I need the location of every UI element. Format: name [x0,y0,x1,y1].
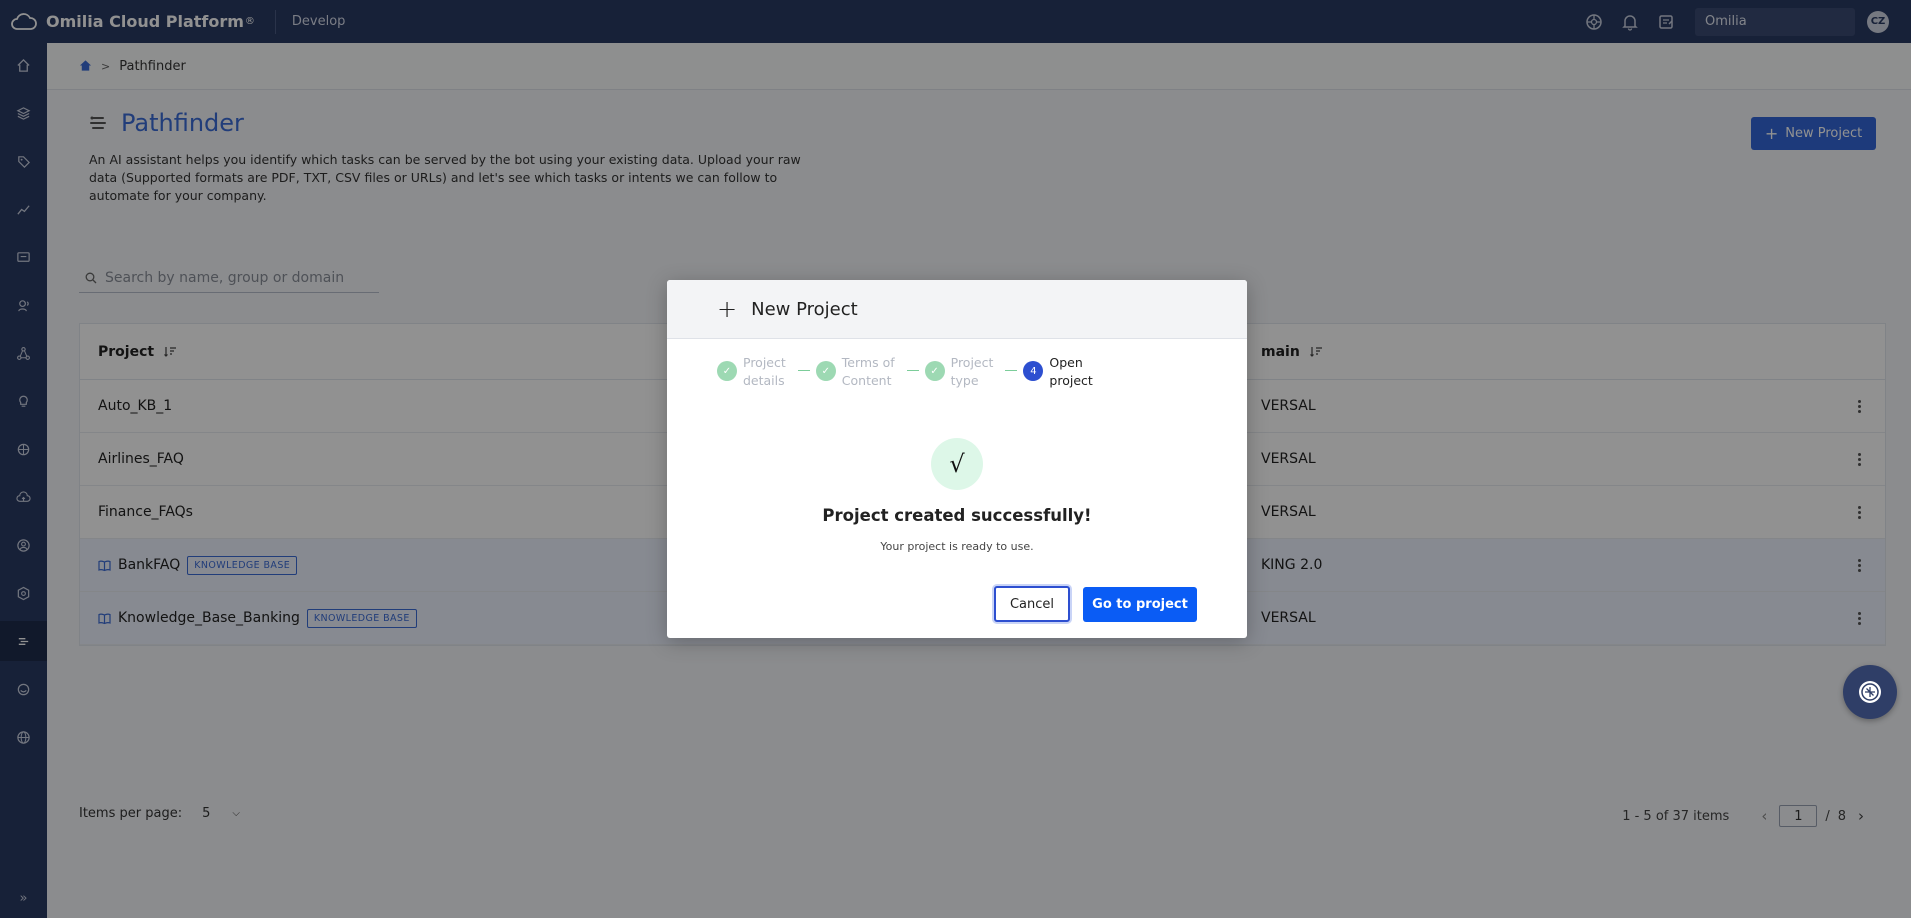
check-icon: ✓ [815,361,836,381]
new-project-modal: + New Project ✓ Project details ✓ Terms o… [667,280,1247,638]
success-title: Project created successfully! [822,506,1092,525]
assistant-icon [1859,681,1881,703]
check-icon: ✓ [717,361,737,381]
stepper: ✓ Project details ✓ Terms of Content ✓ Pro… [717,354,1093,390]
cancel-button[interactable]: Cancel [994,586,1070,622]
step-open-project: 4 Open project [1023,354,1093,390]
step-label: Project type [950,355,994,388]
success-subtitle: Your project is ready to use. [880,540,1034,553]
step-label: Open project [1049,355,1093,388]
check-icon: ✓ [924,361,945,381]
modal-header: + New Project [667,280,1247,339]
chat-assistant-button[interactable] [1843,665,1897,719]
step-number: 4 [1023,361,1044,381]
go-to-project-button[interactable]: Go to project [1083,587,1197,622]
step-terms-of-content: ✓ Terms of Content [815,354,895,390]
step-label: Project details [743,355,786,388]
step-project-details: ✓ Project details [717,354,786,390]
step-label: Terms of Content [841,355,895,388]
plus-icon: + [717,295,738,323]
modal-title: New Project [751,298,858,320]
success-check-icon: √ [931,438,983,490]
step-project-type: ✓ Project type [924,354,994,390]
step-connector [1005,370,1018,371]
step-connector [797,370,810,371]
step-connector [906,370,919,371]
